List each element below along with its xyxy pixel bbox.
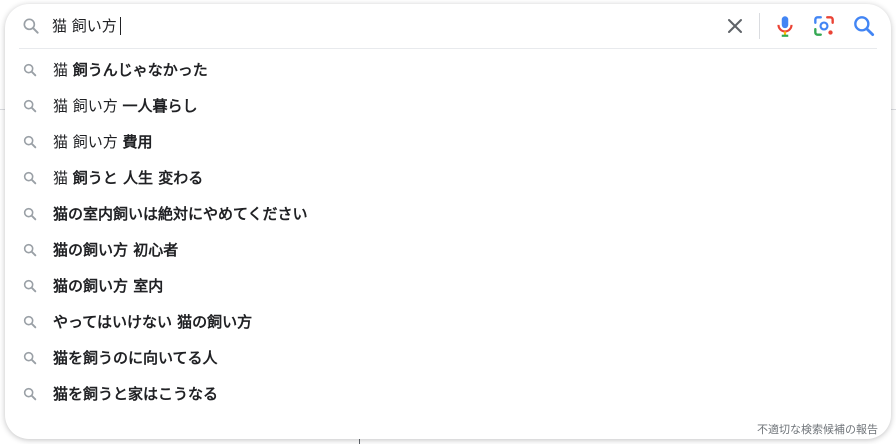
search-submit-button[interactable] bbox=[851, 13, 877, 39]
suggestion-label: 猫 飼うんじゃなかった bbox=[53, 61, 208, 79]
search-autocomplete-dropdown: 猫 飼うんじゃなかった 猫 飼い方 一人暮らし 猫 飼い方 費用 猫 飼うと 人… bbox=[5, 4, 891, 439]
suggestion-label: やってはいけない 猫の飼い方 bbox=[53, 313, 253, 331]
microphone-icon bbox=[777, 16, 793, 37]
search-bar bbox=[5, 4, 891, 48]
search-icon bbox=[22, 314, 38, 330]
suggestion-label: 猫を飼うのに向いてる人 bbox=[53, 349, 218, 367]
camera-lens-icon bbox=[814, 16, 834, 36]
suggestion-label: 猫 飼い方 一人暮らし bbox=[53, 97, 198, 115]
suggestion-item[interactable]: 猫の飼い方 室内 bbox=[5, 268, 891, 304]
search-icon bbox=[22, 242, 38, 258]
search-icon bbox=[22, 206, 38, 222]
suggestion-label: 猫の飼い方 室内 bbox=[53, 277, 164, 295]
close-icon bbox=[728, 19, 742, 33]
search-icon bbox=[21, 16, 41, 36]
suggestion-label: 猫の室内飼いは絶対にやめてください bbox=[53, 205, 308, 223]
suggestion-item[interactable]: やってはいけない 猫の飼い方 bbox=[5, 304, 891, 340]
voice-search-button[interactable] bbox=[772, 13, 798, 39]
suggestion-item[interactable]: 猫の飼い方 初心者 bbox=[5, 232, 891, 268]
search-icon bbox=[22, 386, 38, 402]
text-caret bbox=[120, 17, 121, 35]
suggestion-item[interactable]: 猫 飼うんじゃなかった bbox=[5, 52, 891, 88]
search-icon bbox=[22, 134, 38, 150]
suggestion-item[interactable]: 猫の室内飼いは絶対にやめてください bbox=[5, 196, 891, 232]
suggestion-list: 猫 飼うんじゃなかった 猫 飼い方 一人暮らし 猫 飼い方 費用 猫 飼うと 人… bbox=[5, 52, 891, 412]
suggestion-item[interactable]: 猫 飼い方 一人暮らし bbox=[5, 88, 891, 124]
search-icon bbox=[22, 170, 38, 186]
suggestion-item[interactable]: 猫を飼うのに向いてる人 bbox=[5, 340, 891, 376]
search-icon bbox=[22, 62, 38, 78]
clear-button[interactable] bbox=[723, 14, 747, 38]
search-divider bbox=[19, 48, 877, 49]
report-inappropriate-predictions-link[interactable]: 不適切な検索候補の報告 bbox=[757, 421, 878, 437]
suggestion-item[interactable]: 猫 飼うと 人生 変わる bbox=[5, 160, 891, 196]
suggestion-item[interactable]: 猫 飼い方 費用 bbox=[5, 124, 891, 160]
suggestion-item[interactable]: 猫を飼うと家はこうなる bbox=[5, 376, 891, 412]
suggestion-label: 猫の飼い方 初心者 bbox=[53, 241, 179, 259]
search-icon bbox=[854, 16, 875, 37]
suggestion-label: 猫 飼うと 人生 変わる bbox=[53, 169, 204, 187]
search-input[interactable] bbox=[52, 14, 712, 38]
search-icon bbox=[22, 98, 38, 114]
suggestion-label: 猫を飼うと家はこうなる bbox=[53, 385, 219, 403]
search-icon bbox=[22, 350, 38, 366]
image-search-button[interactable] bbox=[811, 13, 837, 39]
suggestion-label: 猫 飼い方 費用 bbox=[53, 133, 153, 151]
toolbar-divider bbox=[759, 13, 760, 39]
search-icon bbox=[22, 278, 38, 294]
